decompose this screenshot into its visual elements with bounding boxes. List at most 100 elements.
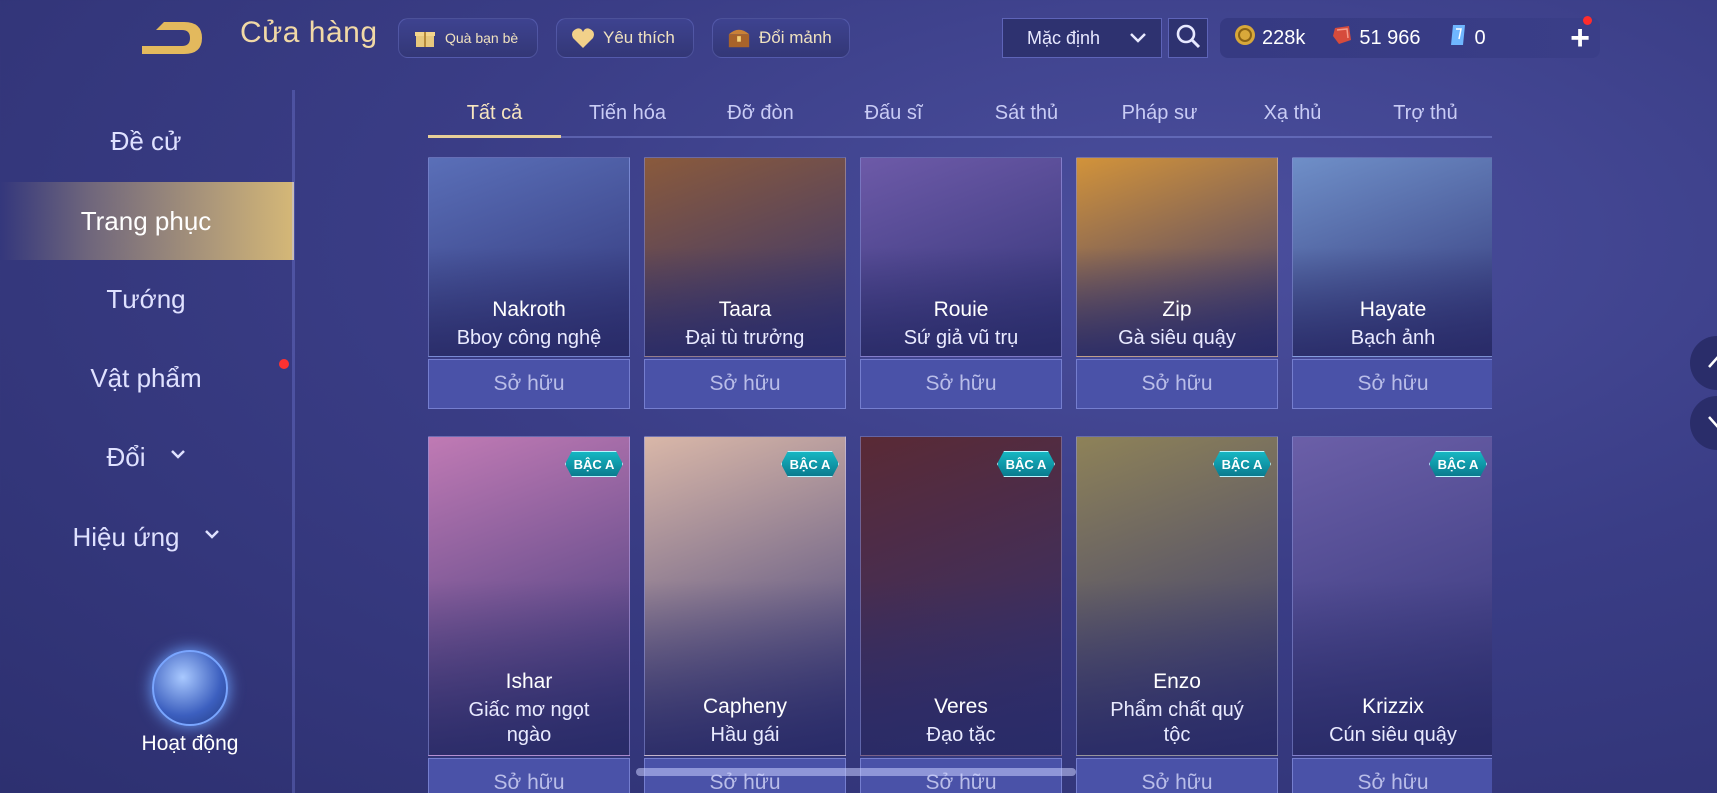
events-button[interactable]: Hoạt động: [120, 650, 260, 760]
sidebar-item-label: Đổi: [106, 441, 146, 472]
tab-mage[interactable]: Pháp sư: [1093, 90, 1226, 136]
owned-button[interactable]: Sở hữu: [1292, 758, 1492, 793]
owned-button[interactable]: Sở hữu: [428, 359, 630, 409]
hero-name: Ishar: [505, 670, 553, 693]
chevron-down-icon: [170, 448, 186, 466]
chevron-up-icon: [1707, 352, 1717, 375]
owned-button[interactable]: Sở hữu: [860, 359, 1062, 409]
skin-card[interactable]: BẬC A Veres Đạo tặc Sở hữu: [860, 436, 1062, 793]
hero-name: Taara: [718, 298, 772, 321]
add-currency-button[interactable]: +: [1560, 18, 1600, 58]
back-button[interactable]: [138, 18, 208, 58]
sort-value: Mặc định: [1027, 27, 1101, 48]
skin-art: BẬC A Ishar Giấc mơ ngọt ngào: [428, 436, 630, 756]
shard-label: Đổi mảnh: [759, 28, 832, 47]
sidebar-item-recommended[interactable]: Đề cử: [0, 102, 292, 180]
favorites-label: Yêu thích: [603, 28, 675, 47]
scroll-up-button[interactable]: [1690, 336, 1717, 390]
sidebar-item-heroes[interactable]: Tướng: [0, 260, 292, 338]
skin-card[interactable]: Zip Gà siêu quậy Sở hữu: [1076, 157, 1278, 409]
event-orb-icon: [152, 650, 228, 726]
voucher-amount: 51 966: [1359, 26, 1421, 49]
gift-icon: [413, 26, 437, 50]
horizontal-scrollbar[interactable]: [636, 768, 1076, 776]
category-tabs: Tất cả Tiến hóa Đỡ đòn Đấu sĩ Sát thủ Ph…: [428, 90, 1492, 138]
skin-name-line1: Đạo tặc: [926, 724, 996, 746]
skin-name-line1: Giấc mơ ngọt: [468, 699, 590, 721]
skin-name-line2: ngào: [506, 724, 552, 746]
sidebar-item-items[interactable]: Vật phẩm: [0, 339, 292, 417]
owned-button[interactable]: Sở hữu: [644, 359, 846, 409]
tab-all[interactable]: Tất cả: [428, 90, 561, 138]
hero-name: Krizzix: [1362, 695, 1424, 718]
skin-card[interactable]: Taara Đại tù trưởng Sở hữu: [644, 157, 846, 409]
currency-bar: 228k 51 966 0: [1220, 18, 1600, 58]
skin-art: BẬC A Capheny Hầu gái: [644, 436, 846, 756]
tab-evolution[interactable]: Tiến hóa: [561, 90, 694, 136]
skin-art: Hayate Bạch ảnh: [1292, 157, 1492, 357]
hero-name: Veres: [934, 695, 988, 718]
skin-name-line1: Cún siêu quậy: [1329, 724, 1457, 746]
owned-button[interactable]: Sở hữu: [1292, 359, 1492, 409]
owned-button[interactable]: Sở hữu: [428, 758, 630, 793]
tier-badge: BẬC A: [565, 451, 623, 477]
diamond-icon: [1447, 23, 1469, 53]
search-icon: [1175, 23, 1201, 54]
skin-card[interactable]: Nakroth Bboy công nghệ Sở hữu: [428, 157, 630, 409]
notification-dot: [1583, 16, 1592, 25]
search-button[interactable]: [1168, 18, 1208, 58]
sidebar-item-label: Tướng: [106, 283, 186, 314]
friend-gift-button[interactable]: Quà bạn bè: [398, 18, 538, 58]
tab-marksman[interactable]: Xạ thủ: [1226, 90, 1359, 136]
hero-name: Zip: [1162, 298, 1192, 321]
tier-badge: BẬC A: [997, 451, 1055, 477]
hero-name: Nakroth: [492, 298, 566, 321]
skin-name: Đại tù trưởng: [685, 327, 805, 349]
skin-name: Sứ giả vũ trụ: [903, 327, 1019, 349]
tab-fighter[interactable]: Đấu sĩ: [827, 90, 960, 136]
owned-button[interactable]: Sở hữu: [1076, 359, 1278, 409]
sidebar-item-label: Hiệu ứng: [72, 521, 180, 552]
hero-name: Hayate: [1359, 298, 1427, 321]
skin-name-line1: Phẩm chất quý: [1110, 699, 1244, 721]
sidebar-item-skins[interactable]: Trang phục: [0, 182, 294, 260]
gold-currency: 228k: [1234, 24, 1305, 52]
hero-name: Enzo: [1153, 670, 1201, 693]
sidebar-item-label: Trang phục: [80, 205, 212, 236]
sidebar-item-exchange[interactable]: Đổi: [0, 418, 292, 496]
skin-art: BẬC A Krizzix Cún siêu quậy: [1292, 436, 1492, 756]
skin-card[interactable]: Hayate Bạch ảnh Sở hữu: [1292, 157, 1492, 409]
hero-name: Capheny: [702, 695, 788, 718]
scroll-down-button[interactable]: [1690, 396, 1717, 450]
skin-card[interactable]: BẬC A Krizzix Cún siêu quậy Sở hữu: [1292, 436, 1492, 793]
chevron-down-icon: [204, 528, 220, 546]
sort-dropdown[interactable]: Mặc định: [1002, 18, 1162, 58]
skin-grid: Nakroth Bboy công nghệ Sở hữu Taara Đại …: [428, 157, 1492, 793]
tab-tank[interactable]: Đỡ đòn: [694, 90, 827, 136]
shard-exchange-button[interactable]: Đổi mảnh: [712, 18, 850, 58]
tab-support[interactable]: Trợ thủ: [1359, 90, 1492, 136]
tier-badge: BẬC A: [1429, 451, 1487, 477]
skin-card[interactable]: Rouie Sứ giả vũ trụ Sở hữu: [860, 157, 1062, 409]
skin-art: Zip Gà siêu quậy: [1076, 157, 1278, 357]
gift-label: Quà bạn bè: [445, 30, 519, 46]
sidebar-item-effects[interactable]: Hiệu ứng: [0, 498, 292, 576]
sidebar-item-label: Vật phẩm: [90, 362, 202, 393]
favorites-button[interactable]: Yêu thích: [556, 18, 694, 58]
sidebar-divider: [292, 90, 295, 793]
skin-art: Taara Đại tù trưởng: [644, 157, 846, 357]
skin-art: Rouie Sứ giả vũ trụ: [860, 157, 1062, 357]
notification-dot: [279, 359, 289, 369]
skin-art: Nakroth Bboy công nghệ: [428, 157, 630, 357]
skin-card[interactable]: BẬC A Enzo Phẩm chất quý tộc Sở hữu: [1076, 436, 1278, 793]
owned-button[interactable]: Sở hữu: [1076, 758, 1278, 793]
tier-badge: BẬC A: [1213, 451, 1271, 477]
skin-card[interactable]: BẬC A Capheny Hầu gái Sở hữu: [644, 436, 846, 793]
skin-name: Bạch ảnh: [1350, 327, 1436, 349]
diamond-amount: 0: [1474, 26, 1486, 49]
skin-art: BẬC A Veres Đạo tặc: [860, 436, 1062, 756]
skin-card[interactable]: BẬC A Ishar Giấc mơ ngọt ngào Sở hữu: [428, 436, 630, 793]
tab-assassin[interactable]: Sát thủ: [960, 90, 1093, 136]
events-label: Hoạt động: [141, 732, 239, 755]
heart-icon: [571, 26, 595, 50]
